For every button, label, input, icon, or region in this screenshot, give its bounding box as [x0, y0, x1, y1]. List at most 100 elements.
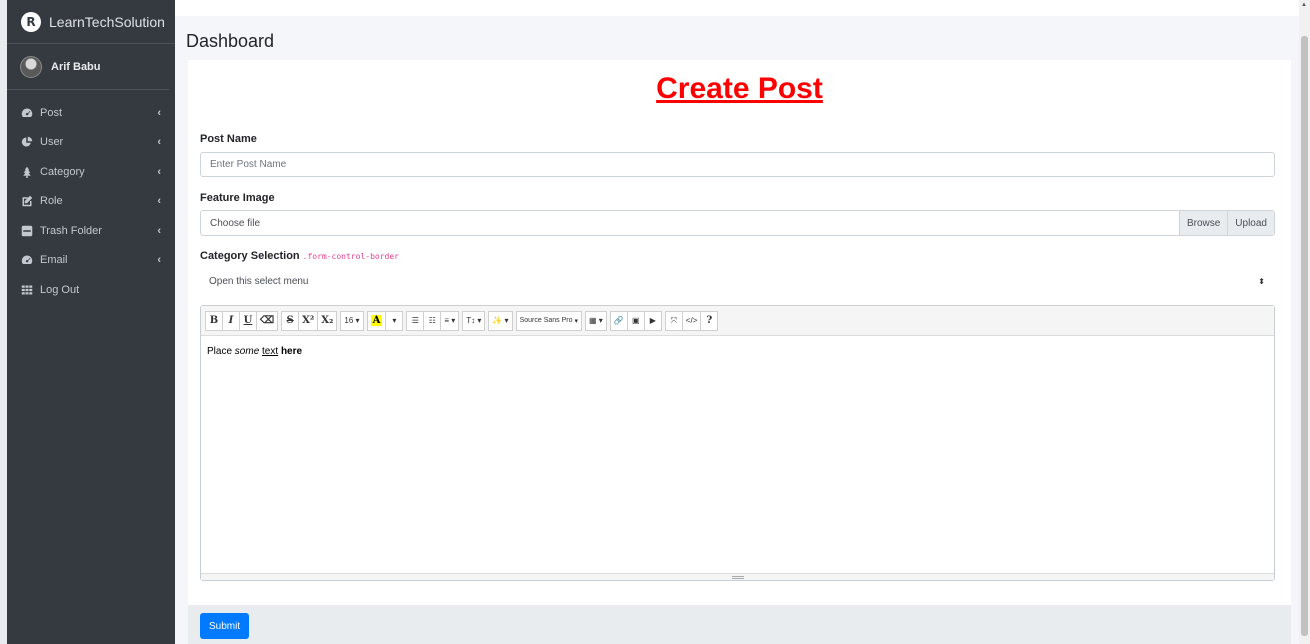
post-name-placeholder: Enter Post Name [210, 159, 287, 170]
fontsize-group: 16 ▾ [340, 310, 364, 331]
color-group: A ▾ [366, 310, 404, 331]
brand-logo-icon: R [21, 11, 41, 32]
height-group: T↕ ▾ [462, 310, 486, 331]
avatar [20, 55, 42, 78]
grid-icon [21, 285, 33, 295]
brand-name: LearnTechSolution [49, 13, 165, 30]
content-wrapper: Dashboard Create Post Post Name Enter Po… [175, 0, 1310, 644]
highlight-color-button[interactable]: A [366, 310, 387, 331]
sidebar-item-trash-folder[interactable]: Trash Folder ‹ [7, 216, 175, 246]
editor-content[interactable]: Place some text here [201, 336, 1274, 367]
chevron-left-icon: ‹ [157, 224, 161, 237]
color-dropdown-icon[interactable]: ▾ [385, 310, 404, 331]
edit-icon [22, 196, 33, 207]
category-selection-label: Category Selection .form-control-border [200, 250, 399, 262]
post-name-label: Post Name [200, 133, 257, 145]
magic-wand-icon[interactable]: ✨ ▾ [488, 310, 513, 331]
font-name-dropdown[interactable]: Source Sans Pro ▾ [515, 310, 582, 331]
grip-icon [731, 575, 744, 579]
user-name: Arif Babu [51, 60, 101, 73]
view-group: ⤧ </> ? [664, 310, 719, 331]
category-label-text: Category Selection [200, 250, 300, 262]
bold-button[interactable]: B [205, 310, 223, 331]
page-scrollbar[interactable]: ▲ [1299, 0, 1310, 644]
sidebar-item-label: User [40, 136, 64, 149]
line-height-icon[interactable]: T↕ ▾ [462, 310, 486, 331]
sidebar-item-category[interactable]: Category ‹ [7, 157, 175, 187]
code-view-icon[interactable]: </> [681, 310, 702, 331]
scroll-thumb[interactable] [1301, 36, 1308, 636]
editor-italic-text: some [234, 346, 260, 357]
user-panel[interactable]: Arif Babu [7, 44, 169, 90]
sidebar-item-label: Trash Folder [40, 224, 102, 237]
file-input-label: Choose file [210, 217, 261, 229]
table-group: ▦ ▾ [584, 310, 607, 331]
brand-link[interactable]: R LearnTechSolution [7, 0, 175, 44]
sidebar-item-user[interactable]: User ‹ [7, 128, 175, 158]
editor-bold-text: here [280, 346, 303, 357]
font-group: S X² X₂ [281, 310, 338, 331]
ordered-list-icon[interactable]: ☷ [423, 310, 442, 331]
sidebar-item-label: Role [40, 195, 63, 208]
video-icon[interactable]: ▶ [643, 310, 662, 331]
chevron-left-icon: ‹ [157, 106, 161, 119]
insert-group: 🔗 ▣ ▶ [609, 310, 662, 331]
editor-toolbar: B I U ⌫ S X² X₂ 16 ▾ A ▾ ☰ ☷ ≡ ▾ T↕ ▾ ✨ … [201, 306, 1274, 336]
post-name-input[interactable]: Enter Post Name [200, 152, 1275, 177]
align-dropdown-icon[interactable]: ≡ ▾ [440, 310, 460, 331]
underline-button[interactable]: U [239, 310, 257, 331]
fontname-group: Source Sans Pro ▾ [515, 310, 582, 331]
style-dropdown-group: ✨ ▾ [488, 310, 513, 331]
sidebar-item-label: Category [40, 165, 85, 178]
feature-image-input[interactable]: Choose file Browse Upload [200, 210, 1275, 236]
code-note: .form-control-border [302, 252, 399, 261]
chevron-left-icon: ‹ [157, 254, 161, 267]
superscript-button[interactable]: X² [298, 310, 319, 331]
rich-text-editor: B I U ⌫ S X² X₂ 16 ▾ A ▾ ☰ ☷ ≡ ▾ T↕ ▾ ✨ … [200, 305, 1275, 581]
para-group: ☰ ☷ ≡ ▾ [406, 310, 460, 331]
trash-box-icon [21, 225, 33, 236]
upload-button[interactable]: Upload [1227, 211, 1274, 235]
sidebar-item-log-out[interactable]: Log Out [7, 275, 175, 305]
sidebar-item-role[interactable]: Role ‹ [7, 187, 175, 217]
style-group: B I U ⌫ [205, 310, 279, 331]
unordered-list-icon[interactable]: ☰ [406, 310, 425, 331]
create-post-card: Create Post Post Name Enter Post Name Fe… [188, 60, 1291, 606]
sidebar-item-post[interactable]: Post ‹ [7, 98, 175, 128]
strikethrough-button[interactable]: S [281, 310, 300, 331]
form-title: Create Post [656, 72, 823, 105]
picture-icon[interactable]: ▣ [626, 310, 645, 331]
editor-resize-handle[interactable] [201, 573, 1274, 580]
scroll-up-arrow-icon[interactable]: ▲ [1301, 2, 1307, 8]
window-edge [0, 0, 7, 644]
category-select[interactable]: Open this select menu ⬍ [200, 268, 1275, 294]
sidebar-nav: Post ‹ User ‹ Category ‹ Role ‹ Trash Fo… [7, 90, 175, 305]
tree-icon [23, 166, 31, 178]
tachometer-icon [21, 255, 33, 265]
sidebar-item-label: Post [40, 106, 63, 119]
eraser-icon[interactable]: ⌫ [256, 310, 279, 331]
pie-chart-icon [21, 137, 33, 147]
category-select-value: Open this select menu [209, 275, 309, 287]
feature-image-label: Feature Image [200, 192, 275, 204]
select-arrows-icon: ⬍ [1258, 276, 1265, 286]
top-navbar [175, 0, 1310, 16]
fullscreen-icon[interactable]: ⤧ [664, 310, 683, 331]
chevron-left-icon: ‹ [157, 165, 161, 178]
sidebar-item-email[interactable]: Email ‹ [7, 246, 175, 276]
editor-text: Place [207, 346, 235, 357]
chevron-left-icon: ‹ [157, 136, 161, 149]
submit-button[interactable]: Submit [200, 613, 250, 639]
link-icon[interactable]: 🔗 [609, 310, 628, 331]
subscript-button[interactable]: X₂ [317, 310, 338, 331]
chevron-left-icon: ‹ [157, 195, 161, 208]
help-button[interactable]: ? [700, 310, 719, 331]
italic-button[interactable]: I [222, 310, 240, 331]
sidebar: R LearnTechSolution Arif Babu Post ‹ Use… [7, 0, 175, 644]
table-icon[interactable]: ▦ ▾ [584, 310, 607, 331]
font-size-dropdown[interactable]: 16 ▾ [340, 310, 364, 331]
sidebar-item-label: Email [40, 254, 68, 267]
tachometer-icon [21, 108, 33, 117]
browse-button[interactable]: Browse [1178, 211, 1228, 235]
page-title: Dashboard [186, 31, 275, 51]
